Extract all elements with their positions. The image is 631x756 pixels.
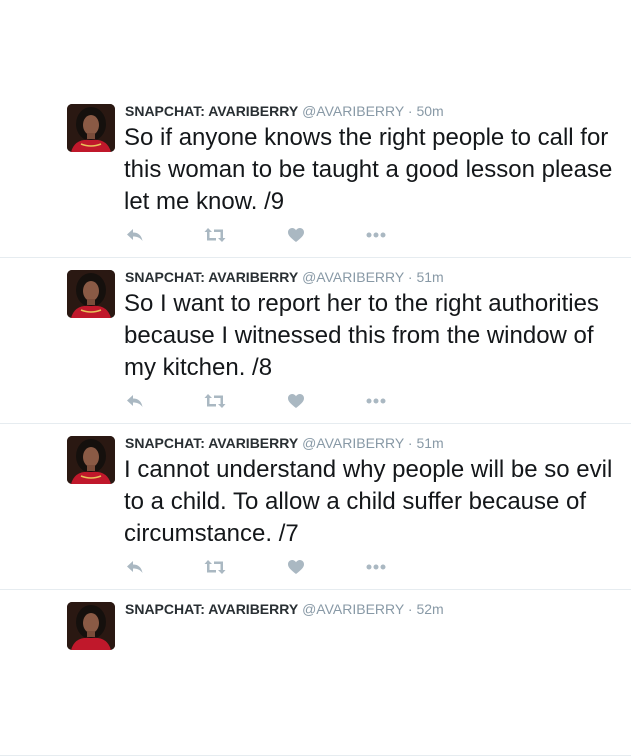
- tweet-separator: ·: [407, 435, 413, 451]
- tweet-header: SNAPCHAT: AVARIBERRY @AVARIBERRY · 51m: [125, 268, 444, 286]
- tweet-timestamp[interactable]: 51m: [416, 269, 443, 285]
- more-icon: [366, 564, 386, 570]
- tweet-username[interactable]: @AVARIBERRY: [302, 269, 404, 285]
- reply-icon: [127, 229, 143, 241]
- tweet-fullname[interactable]: SNAPCHAT: AVARIBERRY: [125, 435, 298, 451]
- more-button[interactable]: [365, 225, 387, 245]
- tweet-separator: ·: [407, 103, 413, 119]
- more-button[interactable]: [365, 391, 387, 411]
- tweet-header: SNAPCHAT: AVARIBERRY @AVARIBERRY · 52m: [125, 600, 444, 618]
- tweet[interactable]: SNAPCHAT: AVARIBERRY @AVARIBERRY · 51m S…: [0, 258, 631, 424]
- like-button[interactable]: [285, 225, 307, 245]
- tweet-text: So I want to report her to the right aut…: [124, 290, 599, 381]
- tweet-timestamp[interactable]: 51m: [416, 435, 443, 451]
- tweet-fullname[interactable]: SNAPCHAT: AVARIBERRY: [125, 601, 298, 617]
- tweet-text: I cannot understand why people will be s…: [124, 456, 613, 547]
- more-button[interactable]: [365, 557, 387, 577]
- tweet-username[interactable]: @AVARIBERRY: [302, 601, 404, 617]
- tweet-actions: [124, 557, 424, 577]
- tweet-separator: ·: [407, 601, 413, 617]
- avatar[interactable]: [67, 602, 115, 650]
- tweet-fullname[interactable]: SNAPCHAT: AVARIBERRY: [125, 269, 298, 285]
- tweet-actions: [124, 225, 424, 245]
- like-button[interactable]: [285, 391, 307, 411]
- reply-button[interactable]: [124, 557, 146, 577]
- retweet-button[interactable]: [204, 225, 226, 245]
- tweet-timestamp[interactable]: 50m: [416, 103, 443, 119]
- more-icon: [366, 398, 386, 404]
- reply-button[interactable]: [124, 391, 146, 411]
- retweet-button[interactable]: [204, 557, 226, 577]
- tweet-fullname[interactable]: SNAPCHAT: AVARIBERRY: [125, 103, 298, 119]
- tweet[interactable]: SNAPCHAT: AVARIBERRY @AVARIBERRY · 51m I…: [0, 424, 631, 590]
- tweet-username[interactable]: @AVARIBERRY: [302, 435, 404, 451]
- more-icon: [366, 232, 386, 238]
- tweet-separator: ·: [407, 269, 413, 285]
- tweet[interactable]: SNAPCHAT: AVARIBERRY @AVARIBERRY · 50m S…: [0, 92, 631, 258]
- reply-icon: [127, 395, 143, 407]
- tweet-actions: [124, 391, 424, 411]
- heart-icon: [288, 560, 304, 574]
- timeline: SNAPCHAT: AVARIBERRY @AVARIBERRY · 50m S…: [0, 92, 631, 756]
- tweet-header: SNAPCHAT: AVARIBERRY @AVARIBERRY · 50m: [125, 102, 444, 120]
- reply-icon: [127, 561, 143, 573]
- tweet-text: So if anyone knows the right people to c…: [124, 124, 613, 215]
- like-button[interactable]: [285, 557, 307, 577]
- avatar[interactable]: [67, 270, 115, 318]
- retweet-icon: [204, 560, 226, 574]
- tweet-header: SNAPCHAT: AVARIBERRY @AVARIBERRY · 51m: [125, 434, 444, 452]
- retweet-icon: [204, 228, 226, 242]
- tweet-username[interactable]: @AVARIBERRY: [302, 103, 404, 119]
- tweet-timestamp[interactable]: 52m: [416, 601, 443, 617]
- tweet[interactable]: SNAPCHAT: AVARIBERRY @AVARIBERRY · 52m: [0, 590, 631, 756]
- heart-icon: [288, 394, 304, 408]
- avatar[interactable]: [67, 104, 115, 152]
- heart-icon: [288, 228, 304, 242]
- retweet-icon: [204, 394, 226, 408]
- retweet-button[interactable]: [204, 391, 226, 411]
- reply-button[interactable]: [124, 225, 146, 245]
- avatar[interactable]: [67, 436, 115, 484]
